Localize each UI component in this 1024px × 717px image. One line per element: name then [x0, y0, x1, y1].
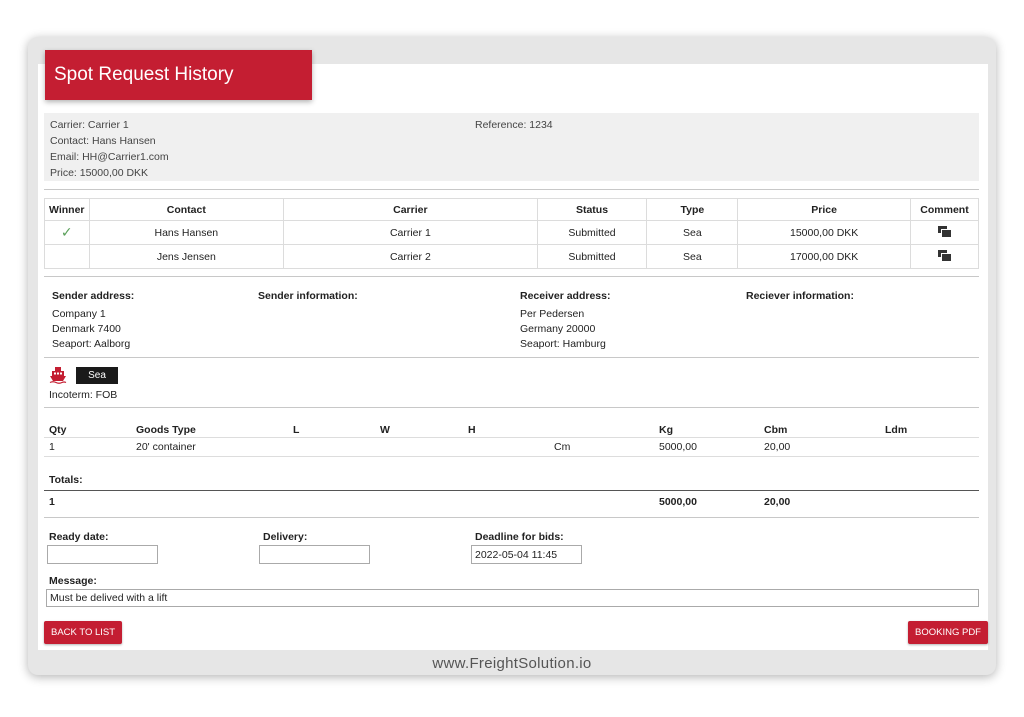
bid-price: 15000,00 DKK — [737, 220, 911, 245]
ship-icon — [49, 367, 67, 384]
table-row[interactable]: ✓ Hans Hansen Carrier 1 Submitted Sea 15… — [44, 220, 980, 245]
sender-info-label: Sender information: — [258, 290, 358, 302]
totals-qty: 1 — [49, 496, 55, 508]
bids-table: Winner Contact Carrier Status Type Price… — [44, 198, 980, 269]
message-input[interactable] — [46, 589, 979, 607]
ready-date-input[interactable] — [47, 545, 158, 564]
col-price: Price — [737, 198, 911, 221]
table-row[interactable]: Jens Jensen Carrier 2 Submitted Sea 1700… — [44, 244, 980, 269]
sender-address: Sender address: Company 1 Denmark 7400 S… — [52, 289, 134, 352]
comment-cell — [909, 244, 980, 269]
winner-check-icon: ✓ — [44, 220, 90, 245]
col-carrier: Carrier — [283, 198, 538, 221]
page-title: Spot Request History — [45, 50, 312, 100]
bid-carrier: Carrier 2 — [283, 244, 538, 269]
comment-cell — [909, 220, 980, 245]
bid-carrier: Carrier 1 — [283, 220, 538, 245]
deadline-label: Deadline for bids: — [475, 531, 564, 543]
ready-date-label: Ready date: — [49, 531, 109, 543]
receiver-address-line: Per Pedersen — [520, 308, 585, 320]
col-comment: Comment — [909, 198, 980, 221]
divider — [44, 189, 979, 190]
totals-cbm: 20,00 — [764, 496, 791, 508]
col-type: Type — [646, 198, 739, 221]
totals-label: Totals: — [49, 474, 83, 486]
comment-icon[interactable] — [938, 250, 952, 261]
table-header-row: Winner Contact Carrier Status Type Price… — [44, 198, 980, 221]
sender-information: Sender information: — [258, 289, 358, 307]
receiver-address-line: Seaport: Hamburg — [520, 338, 606, 350]
bid-contact: Hans Hansen — [88, 220, 285, 245]
col-winner: Winner — [44, 198, 90, 221]
col-cbm: Cbm — [764, 424, 788, 436]
col-contact: Contact — [88, 198, 285, 221]
deadline-input[interactable] — [471, 545, 582, 564]
delivery-label: Delivery: — [263, 531, 308, 543]
summary-contact: Contact: Hans Hansen — [50, 135, 156, 147]
back-to-list-button[interactable]: BACK TO LIST — [44, 621, 123, 644]
incoterm: Incoterm: FOB — [49, 389, 118, 401]
col-width: W — [380, 424, 390, 436]
divider — [44, 357, 979, 358]
divider — [44, 517, 979, 518]
summary-email: Email: HH@Carrier1.com — [50, 151, 169, 163]
col-status: Status — [536, 198, 648, 221]
goods-qty: 1 — [49, 441, 55, 453]
receiver-info-label: Reciever information: — [746, 290, 854, 302]
receiver-address-label: Receiver address: — [520, 290, 611, 302]
col-ldm: Ldm — [885, 424, 908, 436]
col-goods-type: Goods Type — [136, 424, 196, 436]
sender-address-line: Company 1 — [52, 308, 106, 320]
summary-price: Price: 15000,00 DKK — [50, 167, 149, 179]
bid-contact: Jens Jensen — [88, 244, 285, 269]
summary-reference: Reference: 1234 — [475, 119, 553, 131]
receiver-address: Receiver address: Per Pedersen Germany 2… — [520, 289, 610, 352]
winner-cell — [44, 244, 90, 269]
booking-pdf-button[interactable]: BOOKING PDF — [908, 621, 988, 644]
goods-cbm: 20,00 — [764, 441, 791, 453]
delivery-input[interactable] — [259, 545, 370, 564]
comment-icon[interactable] — [938, 226, 952, 237]
goods-unit: Cm — [554, 441, 571, 453]
bid-status: Submitted — [536, 244, 648, 269]
col-height: H — [468, 424, 476, 436]
receiver-address-line: Germany 20000 — [520, 323, 596, 335]
receiver-information: Reciever information: — [746, 289, 854, 307]
bid-type: Sea — [646, 244, 739, 269]
transport-mode-badge: Sea — [76, 367, 118, 384]
divider — [44, 407, 979, 408]
bid-status: Submitted — [536, 220, 648, 245]
goods-row: 1 20' container Cm 5000,00 20,00 — [44, 439, 979, 457]
footer-url: www.FreightSolution.io — [432, 655, 592, 672]
col-length: L — [293, 424, 300, 436]
totals-row: 1 5000,00 20,00 — [44, 490, 979, 510]
bid-type: Sea — [646, 220, 739, 245]
sender-address-label: Sender address: — [52, 290, 135, 302]
goods-table-header: Qty Goods Type L W H Kg Cbm Ldm — [44, 422, 979, 438]
goods-kg: 5000,00 — [659, 441, 697, 453]
sender-address-line: Seaport: Aalborg — [52, 338, 131, 350]
summary-panel: Carrier: Carrier 1 Contact: Hans Hansen … — [44, 113, 979, 181]
message-label: Message: — [49, 575, 97, 587]
sender-address-line: Denmark 7400 — [52, 323, 121, 335]
divider — [44, 276, 979, 277]
col-kg: Kg — [659, 424, 673, 436]
goods-type: 20' container — [136, 441, 196, 453]
bid-price: 17000,00 DKK — [737, 244, 911, 269]
totals-kg: 5000,00 — [659, 496, 697, 508]
col-qty: Qty — [49, 424, 67, 436]
